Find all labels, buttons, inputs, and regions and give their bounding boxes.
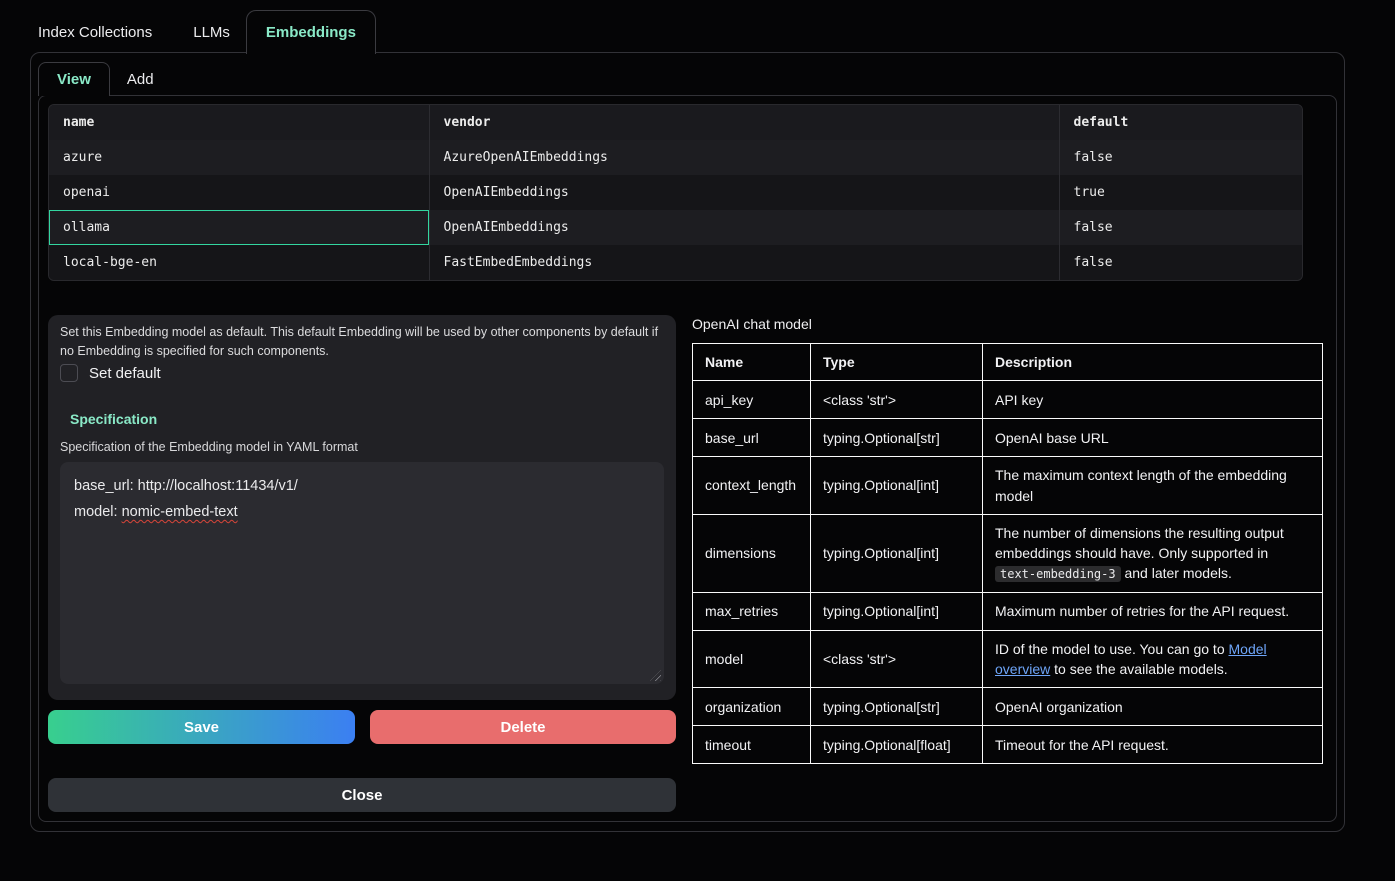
doc-param-type: <class 'str'> [811, 630, 983, 688]
set-default-row: Set default [60, 364, 161, 382]
tab-embeddings[interactable]: Embeddings [246, 10, 376, 54]
save-button[interactable]: Save [48, 710, 355, 744]
set-default-label: Set default [89, 365, 161, 382]
doc-param-desc: The number of dimensions the resulting o… [983, 514, 1323, 592]
code-chip: text-embedding-3 [995, 566, 1121, 582]
resize-handle[interactable] [650, 670, 661, 681]
doc-param-type: typing.Optional[str] [811, 688, 983, 726]
cell-default[interactable]: false [1059, 140, 1303, 175]
specification-heading: Specification [70, 411, 157, 427]
doc-param-type: typing.Optional[float] [811, 726, 983, 764]
doc-param-type: typing.Optional[int] [811, 514, 983, 592]
doc-param-name: api_key [693, 381, 811, 419]
cell-name[interactable]: azure [49, 140, 429, 175]
doc-param-type: typing.Optional[int] [811, 457, 983, 515]
doc-column-description: Description [983, 344, 1323, 381]
column-header-name: name [49, 105, 429, 140]
tab-add[interactable]: Add [110, 62, 171, 96]
set-default-checkbox[interactable] [60, 364, 78, 382]
doc-param-desc: The maximum context length of the embedd… [983, 457, 1323, 515]
embedding-detail-panel: Set this Embedding model as default. Thi… [48, 315, 676, 700]
doc-param-type: typing.Optional[int] [811, 592, 983, 630]
close-button[interactable]: Close [48, 778, 676, 812]
sub-tab-bar: View Add [38, 62, 171, 96]
yaml-line-2: model: nomic-embed-text [74, 499, 650, 525]
cell-vendor[interactable]: AzureOpenAIEmbeddings [429, 140, 1059, 175]
doc-row-max-retries: max_retries typing.Optional[int] Maximum… [693, 592, 1323, 630]
doc-param-desc: Maximum number of retries for the API re… [983, 592, 1323, 630]
cell-default[interactable]: true [1059, 175, 1303, 210]
tab-llms[interactable]: LLMs [185, 10, 238, 54]
doc-column-name: Name [693, 344, 811, 381]
column-header-default: default [1059, 105, 1303, 140]
doc-param-name: organization [693, 688, 811, 726]
misspelled-word: nomic-embed-text [122, 504, 238, 520]
cell-name[interactable]: openai [49, 175, 429, 210]
doc-param-name: max_retries [693, 592, 811, 630]
doc-param-type: <class 'str'> [811, 381, 983, 419]
main-tab-bar: Index Collections LLMs Embeddings [30, 10, 376, 54]
app-window: Index Collections LLMs Embeddings View A… [0, 0, 1395, 881]
delete-button[interactable]: Delete [370, 710, 676, 744]
embeddings-list: name vendor default azure AzureOpenAIEmb… [48, 104, 1303, 281]
doc-param-type: typing.Optional[str] [811, 419, 983, 457]
doc-param-name: model [693, 630, 811, 688]
table-row-openai[interactable]: openai OpenAIEmbeddings true [49, 175, 1303, 210]
doc-param-name: timeout [693, 726, 811, 764]
yaml-line-1: base_url: http://localhost:11434/v1/ [74, 473, 650, 499]
tab-view[interactable]: View [38, 62, 110, 96]
doc-param-desc: OpenAI base URL [983, 419, 1323, 457]
cell-name-selected[interactable]: ollama [49, 210, 429, 245]
doc-row-api-key: api_key <class 'str'> API key [693, 381, 1323, 419]
specification-caption: Specification of the Embedding model in … [60, 440, 358, 454]
doc-row-base-url: base_url typing.Optional[str] OpenAI bas… [693, 419, 1323, 457]
cell-default[interactable]: false [1059, 245, 1303, 280]
doc-param-desc: OpenAI organization [983, 688, 1323, 726]
cell-default[interactable]: false [1059, 210, 1303, 245]
set-default-help-text: Set this Embedding model as default. Thi… [60, 323, 664, 361]
doc-param-name: base_url [693, 419, 811, 457]
table-row-azure[interactable]: azure AzureOpenAIEmbeddings false [49, 140, 1303, 175]
model-doc-title: OpenAI chat model [692, 316, 812, 332]
cell-vendor[interactable]: FastEmbedEmbeddings [429, 245, 1059, 280]
embeddings-header-row: name vendor default [49, 105, 1303, 140]
doc-row-organization: organization typing.Optional[str] OpenAI… [693, 688, 1323, 726]
model-doc-table: Name Type Description api_key <class 'st… [692, 343, 1322, 764]
doc-column-type: Type [811, 344, 983, 381]
table-row-local-bge-en[interactable]: local-bge-en FastEmbedEmbeddings false [49, 245, 1303, 280]
tab-index-collections[interactable]: Index Collections [30, 10, 160, 54]
doc-header-row: Name Type Description [693, 344, 1323, 381]
doc-param-name: context_length [693, 457, 811, 515]
cell-vendor[interactable]: OpenAIEmbeddings [429, 175, 1059, 210]
cell-name[interactable]: local-bge-en [49, 245, 429, 280]
doc-param-desc: Timeout for the API request. [983, 726, 1323, 764]
doc-row-context-length: context_length typing.Optional[int] The … [693, 457, 1323, 515]
doc-row-model: model <class 'str'> ID of the model to u… [693, 630, 1323, 688]
table-row-ollama[interactable]: ollama OpenAIEmbeddings false [49, 210, 1303, 245]
doc-row-timeout: timeout typing.Optional[float] Timeout f… [693, 726, 1323, 764]
doc-param-desc: ID of the model to use. You can go to Mo… [983, 630, 1323, 688]
doc-param-name: dimensions [693, 514, 811, 592]
doc-row-dimensions: dimensions typing.Optional[int] The numb… [693, 514, 1323, 592]
column-header-vendor: vendor [429, 105, 1059, 140]
doc-param-desc: API key [983, 381, 1323, 419]
yaml-spec-editor[interactable]: base_url: http://localhost:11434/v1/ mod… [60, 462, 664, 684]
cell-vendor[interactable]: OpenAIEmbeddings [429, 210, 1059, 245]
